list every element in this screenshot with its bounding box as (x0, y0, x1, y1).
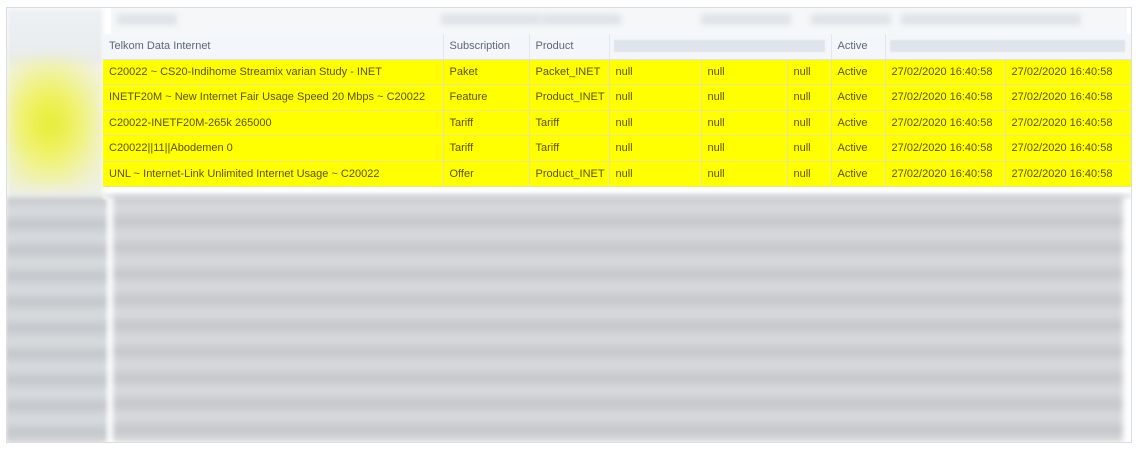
table-row[interactable]: C20022 ~ CS20-Indihome Streamix varian S… (103, 59, 1131, 85)
cell-subscription: Feature (443, 84, 530, 111)
table-header-row: Telkom Data Internet Subscription Produc… (103, 34, 1131, 60)
cell-name: C20022 ~ CS20-Indihome Streamix varian S… (103, 59, 444, 85)
column-header-product[interactable]: Product (529, 34, 610, 60)
cell-created-date: 27/02/2020 16:40:58 (885, 84, 1006, 111)
cell-value-b: null (701, 110, 788, 136)
cell-value-c: null (787, 110, 832, 136)
cell-value-c: null (787, 161, 832, 187)
cell-value-b: null (701, 161, 788, 187)
redacted-text (117, 14, 177, 25)
cell-product: Packet_INET (529, 59, 610, 85)
cell-product: Tariff (529, 135, 610, 162)
table-row[interactable]: UNL ~ Internet-Link Unlimited Internet U… (103, 161, 1131, 187)
cell-modified-date: 27/02/2020 16:40:58 (1005, 84, 1131, 111)
column-header-status[interactable]: Active (831, 34, 886, 60)
cell-status: Active (831, 110, 886, 136)
cell-status: Active (831, 84, 886, 111)
cell-value-b: null (701, 84, 788, 111)
cell-name: C20022-INETF20M-265k 265000 (103, 110, 444, 136)
cell-status: Active (831, 135, 886, 162)
cell-name: C20022||11||Abodemen 0 (103, 135, 444, 162)
cell-value-a: null (609, 84, 702, 111)
column-header-redacted (609, 34, 832, 60)
cell-modified-date: 27/02/2020 16:40:58 (1005, 110, 1131, 136)
cell-product: Product_INET (529, 84, 610, 111)
cell-name: UNL ~ Internet-Link Unlimited Internet U… (103, 161, 444, 187)
cell-subscription: Tariff (443, 110, 530, 136)
cell-created-date: 27/02/2020 16:40:58 (885, 161, 1006, 187)
column-header-redacted (885, 34, 1131, 60)
redacted-highlight (7, 58, 103, 188)
cell-created-date: 27/02/2020 16:40:58 (885, 135, 1006, 162)
cell-status: Active (831, 59, 886, 85)
redacted-text (541, 14, 621, 25)
table-row[interactable]: C20022||11||Abodemen 0 Tariff Tariff null nu… (103, 135, 1131, 162)
column-header-subscription[interactable]: Subscription (443, 34, 530, 60)
table-row[interactable]: C20022-INETF20M-265k 265000 Tariff Tariff n… (103, 110, 1131, 136)
redacted-text (901, 14, 1081, 25)
table-row[interactable]: INETF20M ~ New Internet Fair Usage Speed… (103, 84, 1131, 111)
cell-modified-date: 27/02/2020 16:40:58 (1005, 135, 1131, 162)
redacted-lower-rows (113, 196, 1123, 442)
cell-value-a: null (609, 110, 702, 136)
cell-product: Product_INET (529, 161, 610, 187)
cell-value-a: null (609, 161, 702, 187)
cell-value-a: null (609, 135, 702, 162)
cell-value-c: null (787, 84, 832, 111)
results-table: Telkom Data Internet Subscription Produc… (103, 34, 1131, 187)
cell-modified-date: 27/02/2020 16:40:58 (1005, 59, 1131, 85)
cell-value-a: null (609, 59, 702, 85)
redacted-header-label (613, 40, 825, 53)
cell-created-date: 27/02/2020 16:40:58 (885, 59, 1006, 85)
cell-value-c: null (787, 59, 832, 85)
cell-modified-date: 27/02/2020 16:40:58 (1005, 161, 1131, 187)
cell-subscription: Paket (443, 59, 530, 85)
cell-value-c: null (787, 135, 832, 162)
redacted-text (701, 14, 791, 25)
data-grid-panel: Telkom Data Internet Subscription Produc… (6, 7, 1132, 443)
cell-name: INETF20M ~ New Internet Fair Usage Speed… (103, 84, 444, 111)
cell-created-date: 27/02/2020 16:40:58 (885, 110, 1006, 136)
column-header-name[interactable]: Telkom Data Internet (103, 34, 444, 60)
redacted-left-rows (7, 198, 107, 442)
cell-status: Active (831, 161, 886, 187)
cell-product: Tariff (529, 110, 610, 136)
redacted-text (441, 14, 541, 25)
redacted-header-label (889, 40, 1125, 53)
cell-subscription: Offer (443, 161, 530, 187)
cell-subscription: Tariff (443, 135, 530, 162)
cell-value-b: null (701, 59, 788, 85)
redacted-text (811, 14, 891, 25)
redacted-top-header (111, 8, 1127, 34)
cell-value-b: null (701, 135, 788, 162)
